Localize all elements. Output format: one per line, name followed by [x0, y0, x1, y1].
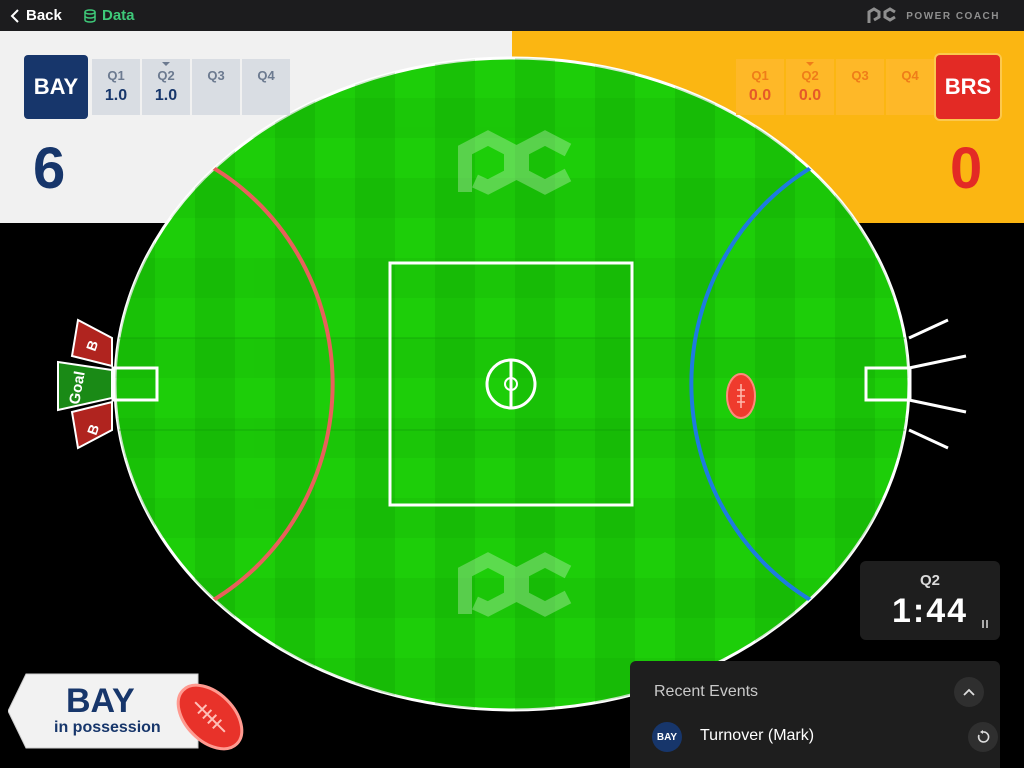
current-quarter-marker — [162, 62, 170, 66]
quarter-label: Q4 — [257, 68, 275, 83]
recent-events-title: Recent Events — [654, 683, 759, 700]
game-clock[interactable]: Q2 1:44 — [860, 561, 1000, 640]
possession-team: BAY — [66, 682, 135, 720]
away-quarter-scores: Q1 0.0 Q2 0.0 Q3 Q4 — [736, 59, 934, 115]
home-team-abbr: BAY — [33, 74, 79, 99]
chevron-left-icon — [10, 8, 19, 23]
away-q2-cell[interactable]: Q2 0.0 — [786, 59, 834, 115]
event-text: Turnover (Mark) — [700, 727, 815, 744]
away-q4-cell[interactable]: Q4 — [886, 59, 934, 115]
quarter-score: 1.0 — [104, 87, 128, 104]
current-quarter-marker — [806, 62, 814, 66]
quarter-label: Q4 — [901, 68, 919, 83]
top-bar: Back Data POWER COACH — [0, 0, 1024, 31]
quarter-score: 1.0 — [154, 87, 178, 104]
possession-indicator[interactable]: BAY in possession — [8, 672, 248, 762]
data-button[interactable]: Data — [84, 7, 135, 24]
brand-name: POWER COACH — [906, 10, 1000, 22]
power-coach-logo-icon — [867, 7, 897, 23]
field-canvas: B Goal B — [0, 0, 1024, 768]
home-total-score: 6 — [33, 136, 66, 201]
quarter-score: 0.0 — [798, 87, 822, 104]
away-q1-cell[interactable]: Q1 0.0 — [736, 59, 784, 115]
clock-quarter: Q2 — [919, 572, 940, 589]
away-total-score: 0 — [950, 136, 983, 201]
chevron-up-icon — [963, 688, 975, 696]
quarter-label: Q3 — [207, 68, 225, 83]
event-row: BAY Turnover (Mark) — [652, 722, 998, 752]
football-marker[interactable] — [726, 373, 756, 419]
home-quarter-scores: Q1 1.0 Q2 1.0 Q3 Q4 — [92, 59, 290, 115]
home-team-badge: BAY — [24, 55, 88, 119]
away-q3-cell[interactable]: Q3 — [836, 59, 884, 115]
possession-label: in possession — [54, 719, 161, 736]
away-team-abbr: BRS — [944, 74, 992, 99]
quarter-score: 0.0 — [748, 87, 772, 104]
database-icon — [84, 8, 96, 23]
undo-event-button[interactable] — [968, 722, 998, 752]
away-team-badge: BRS — [936, 55, 1000, 119]
undo-icon — [977, 730, 990, 743]
quarter-label: Q3 — [851, 68, 869, 83]
home-q4-cell[interactable]: Q4 — [242, 59, 290, 115]
quarter-label: Q2 — [157, 68, 175, 83]
back-button[interactable]: Back — [10, 7, 62, 24]
clock-time: 1:44 — [891, 592, 969, 630]
recent-events-panel: Recent Events BAY Turnover (Mark) — [630, 661, 1000, 768]
home-q2-cell[interactable]: Q2 1.0 — [142, 59, 190, 115]
quarter-label: Q2 — [801, 68, 819, 83]
data-label: Data — [102, 7, 135, 24]
quarter-label: Q1 — [107, 68, 125, 83]
collapse-events-button[interactable] — [954, 677, 984, 707]
brand-logo: POWER COACH — [866, 7, 1000, 25]
home-q3-cell[interactable]: Q3 — [192, 59, 240, 115]
event-team-badge: BAY — [652, 722, 682, 752]
home-q1-cell[interactable]: Q1 1.0 — [92, 59, 140, 115]
quarter-label: Q1 — [751, 68, 769, 83]
pause-icon[interactable] — [982, 620, 989, 628]
back-label: Back — [26, 7, 62, 24]
